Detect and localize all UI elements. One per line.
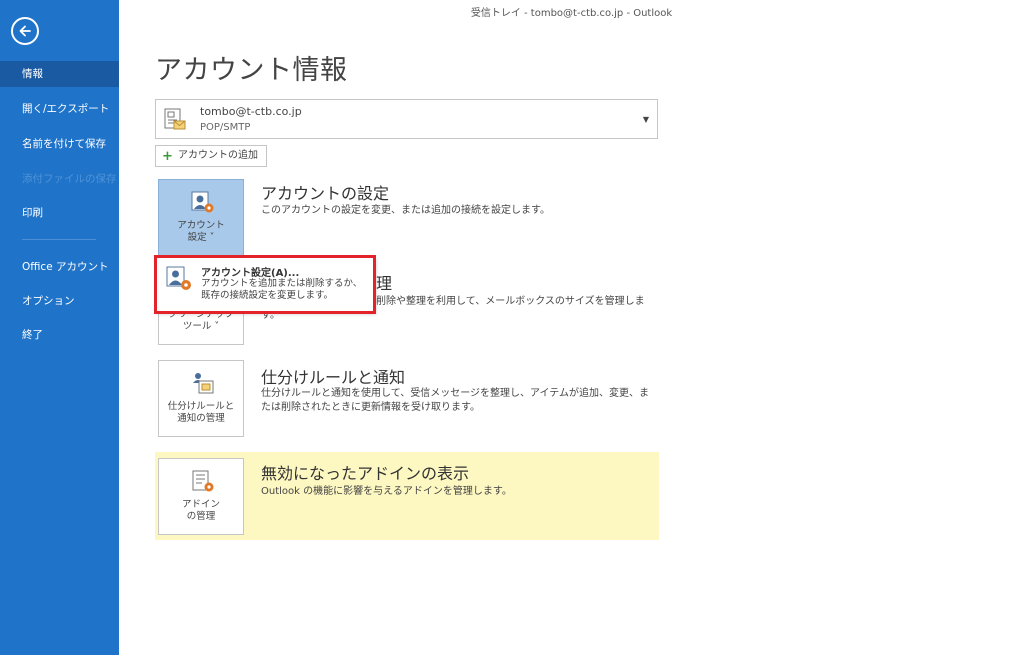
add-account-label: アカウントの追加 — [178, 150, 258, 161]
cleanup-desc: 削除や整理を利用して、メールボックスのサイズを管理しま — [376, 295, 645, 309]
add-account-button[interactable]: + アカウントの追加 — [155, 145, 267, 167]
plus-icon: + — [162, 149, 173, 164]
account-email: tombo@t-ctb.co.jp — [200, 105, 302, 118]
account-settings-title: アカウントの設定 — [261, 184, 390, 203]
nav-info[interactable]: 情報 — [0, 61, 119, 87]
menu-item-desc-line-1: アカウントを追加または削除するか、 — [201, 278, 363, 289]
addins-title: 無効になったアドインの表示 — [261, 464, 470, 483]
tile-label-line-2: ツール ˅ — [182, 321, 220, 332]
rules-title: 仕分けルールと通知 — [261, 368, 406, 387]
account-selector[interactable]: tombo@t-ctb.co.jp POP/SMTP ▼ — [155, 99, 658, 139]
tile-label-line-2: 設定 ˅ — [187, 232, 215, 243]
rules-tile-label: 仕分けルールと 通知の管理 — [159, 401, 243, 425]
menu-item-title: アカウント設定(A)... — [201, 268, 300, 279]
nav-save-as[interactable]: 名前を付けて保存 — [0, 131, 119, 157]
tile-label-line-2: 通知の管理 — [177, 413, 225, 424]
nav-divider — [22, 239, 96, 240]
cleanup-tile-label: クリーンアップ ツール ˅ — [159, 309, 243, 333]
manage-rules-button[interactable]: 仕分けルールと 通知の管理 — [158, 360, 244, 437]
backstage-sidebar: 情報 開く/エクスポート 名前を付けて保存 添付ファイルの保存 印刷 Offic… — [0, 0, 119, 655]
rules-desc-line-2: たは削除されたときに更新情報を受け取ります。 — [261, 402, 480, 413]
tile-label-line-1: アカウント — [177, 220, 225, 231]
account-settings-tile-label: アカウント 設定 ˅ — [159, 220, 243, 244]
rules-desc: 仕分けルールと通知を使用して、受信メッセージを整理し、アイテムが追加、変更、ま … — [261, 387, 649, 415]
account-settings-icon — [166, 266, 191, 290]
arrow-left-icon — [19, 25, 31, 37]
page-title: アカウント情報 — [155, 55, 348, 86]
account-type: POP/SMTP — [200, 122, 251, 133]
menu-item-desc: アカウントを追加または削除するか、 既存の接続設定を変更します。 — [201, 278, 362, 302]
tile-label-line-2: の管理 — [186, 511, 216, 522]
back-button[interactable] — [11, 17, 39, 45]
cleanup-title: 理 — [376, 274, 393, 293]
addin-manage-icon — [192, 470, 214, 492]
window-title: 受信トレイ - tombo@t-ctb.co.jp - Outlook — [470, 8, 673, 19]
nav-exit[interactable]: 終了 — [0, 322, 119, 348]
rules-alerts-icon — [193, 373, 214, 394]
chevron-down-icon: ▼ — [642, 115, 649, 124]
manage-addins-button[interactable]: アドイン の管理 — [158, 458, 244, 535]
account-card-icon — [164, 108, 186, 130]
account-settings-icon — [191, 191, 214, 213]
nav-options[interactable]: オプション — [0, 288, 119, 314]
account-settings-menu: アカウント設定(A)... アカウントを追加または削除するか、 既存の接続設定を… — [156, 257, 375, 312]
tile-label-line-1: アドイン — [181, 499, 220, 510]
addins-tile-label: アドイン の管理 — [159, 499, 243, 523]
menu-item-account-settings[interactable]: アカウント設定(A)... アカウントを追加または削除するか、 既存の接続設定を… — [157, 258, 374, 311]
cleanup-desc-line-1: 削除や整理を利用して、メールボックスのサイズを管理しま — [376, 296, 645, 307]
nav-print[interactable]: 印刷 — [0, 200, 119, 226]
menu-item-desc-line-2: 既存の接続設定を変更します。 — [201, 290, 334, 301]
nav-save-attachments: 添付ファイルの保存 — [22, 173, 117, 185]
nav-office-account[interactable]: Office アカウント — [0, 254, 119, 280]
rules-desc-line-1: 仕分けルールと通知を使用して、受信メッセージを整理し、アイテムが追加、変更、ま — [261, 388, 649, 399]
addins-desc: Outlook の機能に影響を与えるアドインを管理します。 — [261, 486, 512, 497]
tile-label-line-1: 仕分けルールと — [167, 401, 235, 412]
account-settings-button[interactable]: アカウント 設定 ˅ — [158, 179, 244, 256]
account-settings-desc: このアカウントの設定を変更、または追加の接続を設定します。 — [261, 205, 550, 216]
nav-open-export[interactable]: 開く/エクスポート — [0, 96, 119, 122]
